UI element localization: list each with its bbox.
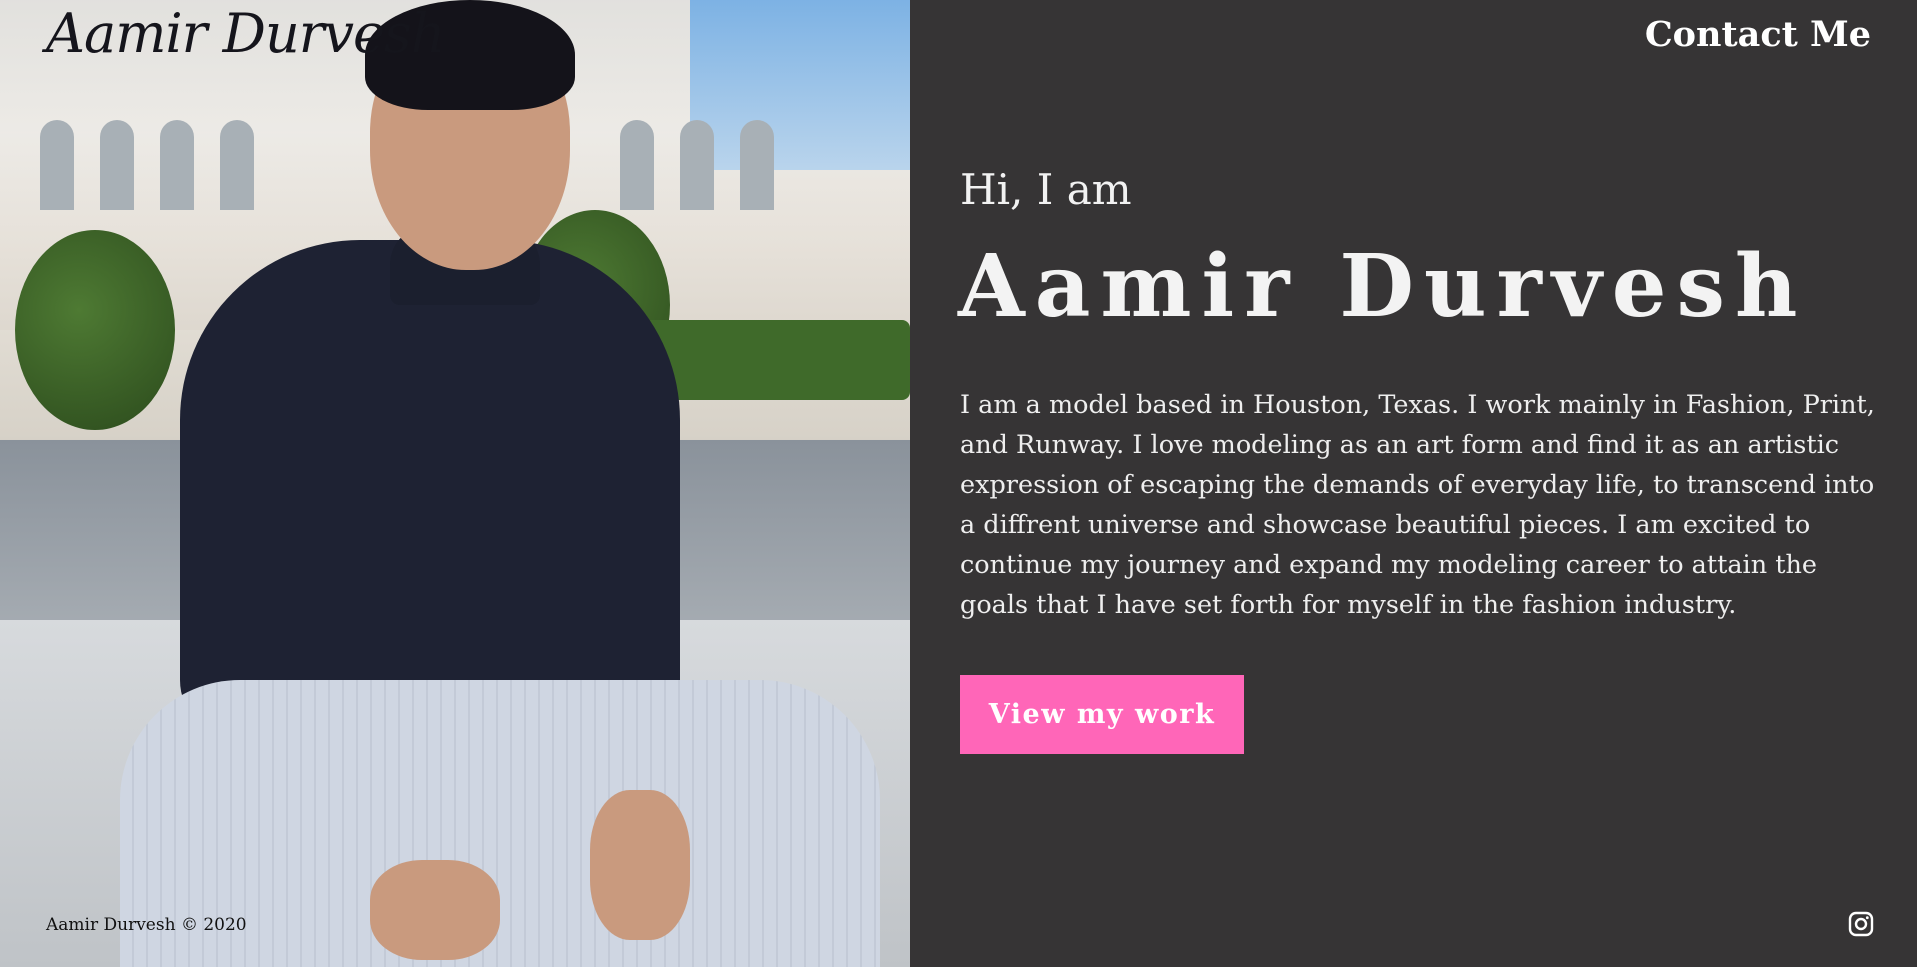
- temple-arch: [160, 120, 194, 210]
- hero-photo: Aamir Durvesh Aamir Durvesh © 2020: [0, 0, 910, 967]
- temple-arch: [40, 120, 74, 210]
- copyright-text: Aamir Durvesh © 2020: [46, 915, 247, 935]
- person-torso: [180, 240, 680, 740]
- page: Aamir Durvesh Aamir Durvesh © 2020 Conta…: [0, 0, 1917, 967]
- instagram-icon[interactable]: [1848, 911, 1874, 937]
- tree: [15, 230, 175, 430]
- temple-arch: [620, 120, 654, 210]
- temple-arch: [220, 120, 254, 210]
- temple-arch: [740, 120, 774, 210]
- view-my-work-button[interactable]: View my work: [960, 675, 1244, 754]
- site-logo[interactable]: Aamir Durvesh: [46, 2, 445, 65]
- instagram-icon-glyph: [1848, 911, 1874, 937]
- intro-panel: Contact Me Hi, I am Aamir Durvesh I am a…: [910, 0, 1917, 967]
- hedge: [640, 320, 910, 400]
- sky: [690, 0, 910, 170]
- bio-paragraph: I am a model based in Houston, Texas. I …: [960, 390, 1875, 620]
- person-hand: [590, 790, 690, 940]
- hero-name: Aamir Durvesh: [958, 236, 1808, 337]
- temple-arch: [680, 120, 714, 210]
- temple-arch: [100, 120, 134, 210]
- person-hand: [370, 860, 500, 960]
- greeting-text: Hi, I am: [960, 165, 1132, 214]
- contact-me-link[interactable]: Contact Me: [1645, 14, 1871, 55]
